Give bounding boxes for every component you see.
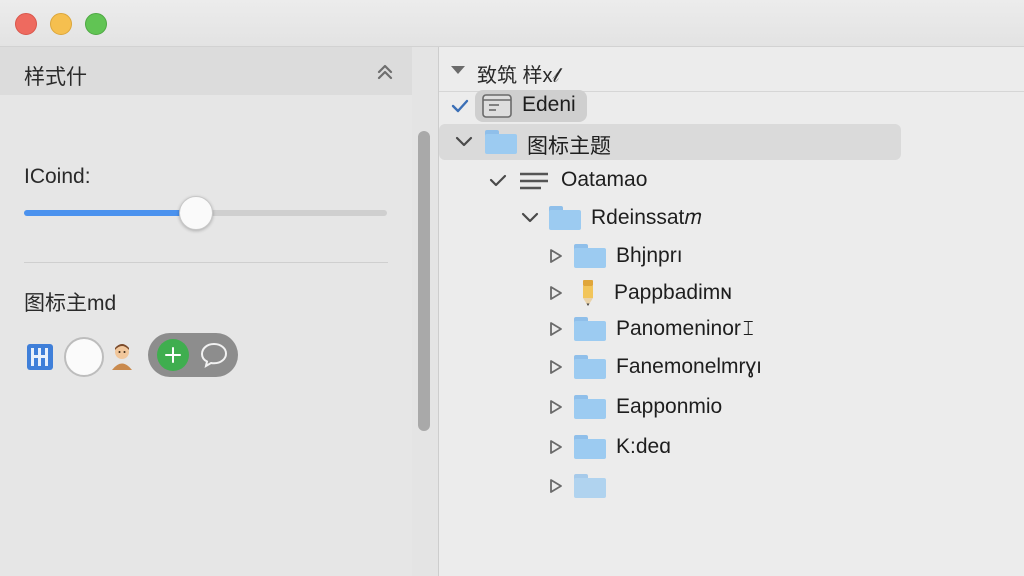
size-slider[interactable] [24, 196, 387, 230]
disclosure-right-icon[interactable] [549, 285, 563, 301]
disclosure-down-icon[interactable] [451, 66, 465, 74]
check-icon[interactable] [489, 174, 507, 188]
tree-row[interactable]: K:deɑ [439, 429, 1024, 465]
tree-row[interactable]: Rdeinssat𝑚 [439, 200, 1024, 236]
tree-row[interactable]: Panomeninor𝙸 [439, 311, 1024, 347]
tree-item-label: Rdeinssat𝑚 [591, 206, 702, 229]
inspector-title: 样式什 [24, 66, 87, 89]
add-icon[interactable] [157, 339, 189, 371]
folder-icon [574, 474, 606, 498]
chevron-up-double-icon[interactable] [374, 61, 396, 83]
folder-icon [574, 395, 606, 419]
slider-label: ICoind: [24, 165, 91, 188]
tree-row[interactable]: Bhjnprı [439, 238, 1024, 274]
minimize-button[interactable] [50, 13, 72, 35]
scrollbar[interactable] [412, 47, 438, 576]
tree-row[interactable]: 图标主题 [439, 124, 1024, 160]
tree-row[interactable]: Oatamao [439, 162, 1024, 198]
tree-row[interactable]: Fanemonelmrɣı [439, 349, 1024, 385]
chevron-down-icon[interactable] [455, 136, 473, 148]
tree-item-label: Oatamao [561, 168, 648, 191]
tree-item-label: Fanemonelmrɣı [616, 355, 762, 378]
folder-icon [574, 317, 606, 341]
folder-icon [574, 435, 606, 459]
disclosure-right-icon[interactable] [549, 439, 563, 455]
tree-header-label: 致筑 样x𝓁 [477, 65, 560, 87]
toggle-circle-button[interactable] [64, 337, 104, 377]
tree-row[interactable]: Pappbadimɴ [439, 275, 1024, 311]
zoom-button[interactable] [85, 13, 107, 35]
icon-row [24, 332, 404, 380]
tree-row[interactable]: Edeni [439, 88, 1024, 124]
tree-panel: 致筑 样x𝓁 Edeni 图标主题 Oatamao Rdeinssat𝑚 Bhj… [439, 47, 1024, 576]
pencil-icon [583, 280, 593, 306]
disclosure-right-icon[interactable] [549, 359, 563, 375]
close-button[interactable] [15, 13, 37, 35]
check-icon[interactable] [451, 98, 469, 114]
disclosure-right-icon[interactable] [549, 478, 563, 494]
tree-row[interactable] [439, 468, 1024, 504]
tree-item-label: Panomeninor𝙸 [616, 317, 756, 340]
avatar-icon[interactable] [108, 341, 136, 371]
action-pill [148, 333, 238, 377]
title-bar [0, 0, 1024, 47]
tree-item-label: Bhjnprı [616, 244, 683, 267]
window-icon [482, 94, 512, 118]
inspector-header[interactable]: 样式什 [0, 47, 412, 95]
divider [24, 262, 388, 263]
section-label: 图标主md [24, 292, 117, 315]
list-icon [520, 172, 548, 190]
scroll-thumb[interactable] [418, 131, 430, 431]
tree-item-label: Edeni [522, 93, 576, 116]
folder-icon [549, 206, 581, 230]
disclosure-right-icon[interactable] [549, 321, 563, 337]
inspector-panel: 样式什 ICoind: 图标主md [0, 47, 412, 576]
folder-icon [485, 130, 517, 154]
tree-item-label: Pappbadimɴ [614, 281, 732, 304]
chevron-down-icon[interactable] [521, 212, 539, 224]
disclosure-right-icon[interactable] [549, 248, 563, 264]
folder-icon [574, 244, 606, 268]
slider-fill [24, 210, 195, 216]
tree-item-label: K:deɑ [616, 435, 671, 458]
folder-icon [574, 355, 606, 379]
tree-row[interactable]: Eapponmio [439, 389, 1024, 425]
tree-item-label: Eapponmio [616, 395, 723, 418]
slider-knob[interactable] [178, 196, 213, 230]
grid-icon[interactable] [27, 344, 53, 370]
chat-icon[interactable] [198, 339, 230, 371]
disclosure-right-icon[interactable] [549, 399, 563, 415]
tree-item-label: 图标主题 [527, 135, 611, 158]
tree-header[interactable]: 致筑 样x𝓁 [439, 47, 1024, 92]
